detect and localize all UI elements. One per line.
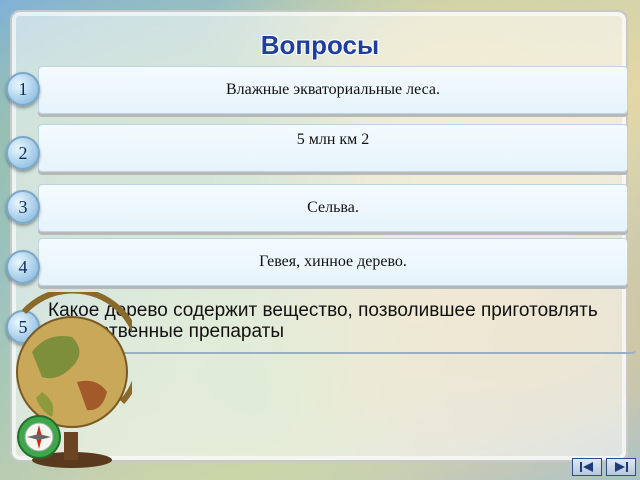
- answer-row-1: Влажные экваториальные леса.: [38, 66, 628, 114]
- prev-button[interactable]: [572, 458, 602, 476]
- answer-text-4: Гевея, хинное дерево.: [259, 253, 407, 270]
- prev-arrow-icon: [580, 462, 593, 472]
- next-arrow-icon: [615, 462, 628, 472]
- navigation-controls: [572, 458, 636, 476]
- next-button[interactable]: [606, 458, 636, 476]
- question-number-2[interactable]: 2: [6, 136, 40, 170]
- answer-row-2: 5 млн км 2: [38, 124, 628, 172]
- compass-icon[interactable]: [16, 414, 62, 460]
- answer-row-3: Сельва.: [38, 184, 628, 232]
- answer-row-4: Гевея, хинное дерево.: [38, 238, 628, 286]
- question-number-3[interactable]: 3: [6, 190, 40, 224]
- question-text-5: Какое дерево содержит вещество, позволив…: [48, 300, 598, 342]
- answer-text-2: 5 млн км 2: [296, 131, 370, 148]
- question-number-4[interactable]: 4: [6, 250, 40, 284]
- answer-text-1: Влажные экваториальные леса.: [225, 81, 441, 98]
- slide-title: Вопросы: [260, 30, 380, 60]
- answer-text-3: Сельва.: [307, 199, 359, 216]
- question-number-1[interactable]: 1: [6, 72, 40, 106]
